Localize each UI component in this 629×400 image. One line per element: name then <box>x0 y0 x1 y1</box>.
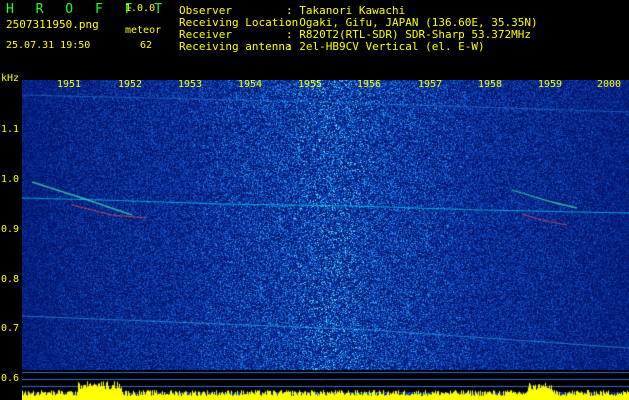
meteor-count: 62 <box>140 40 153 51</box>
observation-datetime: 25.07.31 19:50 <box>6 40 91 51</box>
hrofft-window: H R O F F T 1.0.0 2507311950.png meteor … <box>0 0 629 400</box>
x-tick-1959: 1959 <box>538 79 563 90</box>
x-tick-1957: 1957 <box>418 79 443 90</box>
x-tick-1958: 1958 <box>478 79 503 90</box>
image-filename: 2507311950.png <box>6 18 99 31</box>
receiver-value: : R820T2(RTL-SDR) SDR-Sharp 53.372MHz <box>286 28 532 41</box>
location-label: Receiving Location <box>179 16 299 29</box>
x-tick-2000: 2000 <box>597 79 622 90</box>
app-version: 1.0.0 <box>125 3 156 14</box>
antenna-label: Receiving antenna <box>179 40 292 53</box>
spectrogram-canvas <box>22 80 629 400</box>
y-axis-unit: kHz <box>1 73 20 84</box>
observer-value: : Takanori Kawachi <box>286 4 406 17</box>
y-tick-0-6: 0.6 <box>1 373 20 384</box>
location-value: : Ogaki, Gifu, JAPAN (136.60E, 35.35N) <box>286 16 538 29</box>
y-tick-0-8: 0.8 <box>1 274 20 285</box>
observer-label: Observer <box>179 4 232 17</box>
receiver-label: Receiver <box>179 28 232 41</box>
spectrogram <box>22 80 629 400</box>
meteor-label: meteor <box>125 25 162 36</box>
y-tick-1-1: 1.1 <box>1 124 20 135</box>
y-tick-1-0: 1.0 <box>1 174 20 185</box>
x-tick-1952: 1952 <box>118 79 143 90</box>
antenna-value: : 2el-HB9CV Vertical (el. E-W) <box>286 40 485 53</box>
y-tick-0-9: 0.9 <box>1 224 20 235</box>
x-tick-1951: 1951 <box>57 79 82 90</box>
x-tick-1956: 1956 <box>357 79 382 90</box>
x-tick-1955: 1955 <box>298 79 323 90</box>
x-tick-1954: 1954 <box>238 79 263 90</box>
x-tick-1953: 1953 <box>178 79 203 90</box>
y-tick-0-7: 0.7 <box>1 323 20 334</box>
